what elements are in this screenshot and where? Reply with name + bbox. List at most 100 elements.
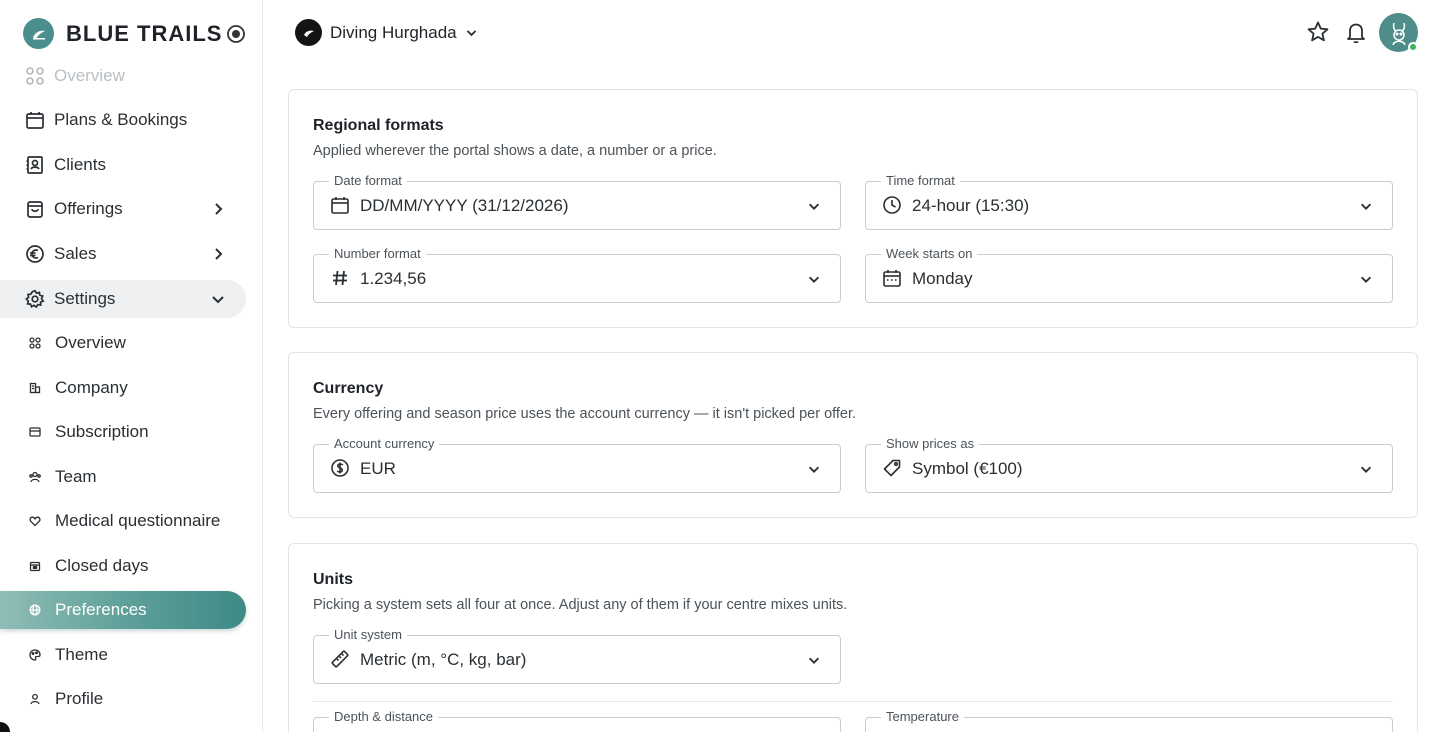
nav-item-settings[interactable]: Settings (0, 280, 246, 318)
sidebar-item-profile[interactable]: Profile (0, 680, 246, 718)
field-label: Time format (881, 173, 960, 189)
contacts-icon (24, 155, 45, 176)
globe-icon (28, 603, 42, 617)
sidebar: BLUE TRAILS Overview Plans & Bookings Cl… (0, 0, 263, 732)
card-title: Regional formats (313, 117, 444, 134)
hash-icon (330, 268, 350, 288)
sidebar-item-company[interactable]: Company (0, 369, 246, 407)
sidebar-item-medical-questionnaire[interactable]: Medical questionnaire (0, 502, 246, 540)
chevron-down-icon (806, 652, 822, 668)
star-icon (1307, 21, 1329, 42)
field-label: Show prices as (881, 436, 980, 452)
sub-item-label: Profile (55, 689, 104, 708)
grid-icon (24, 66, 45, 87)
field-label: Date format (329, 173, 407, 189)
chevron-right-icon (209, 200, 227, 218)
field-value: Metric (m, °C, kg, bar) (360, 650, 527, 669)
nav-item-overview[interactable]: Overview (0, 57, 246, 95)
field-label: Depth & distance (329, 709, 439, 725)
sub-item-label: Medical questionnaire (55, 511, 221, 530)
card-description: Applied wherever the portal shows a date… (313, 143, 717, 159)
sidebar-item-subscription[interactable]: Subscription (0, 413, 246, 451)
favorites-button[interactable] (1306, 20, 1330, 44)
nav-item-label: Plans & Bookings (54, 110, 188, 129)
workspace-name: Diving Hurghada (330, 22, 457, 42)
calendar-icon (24, 110, 45, 131)
week-start-select[interactable]: Week starts on Monday (865, 246, 1393, 303)
number-format-select[interactable]: Number format 1.234,56 (313, 246, 841, 303)
ruler-icon (330, 649, 350, 669)
chevron-down-icon (1358, 271, 1374, 287)
temperature-select[interactable]: Temperature (865, 709, 1393, 732)
units-card: Units Picking a system sets all four at … (288, 543, 1418, 732)
euro-icon (24, 244, 45, 265)
nav-item-clients[interactable]: Clients (0, 146, 246, 184)
sidebar-collapse-button[interactable] (226, 24, 246, 44)
account-currency-select[interactable]: Account currency EUR (313, 436, 841, 493)
heart-icon (28, 514, 42, 528)
radio-dot-icon (227, 25, 245, 43)
chevron-down-icon (806, 271, 822, 287)
sub-item-label: Company (55, 378, 128, 397)
building-icon (28, 381, 42, 395)
chevron-down-icon (209, 290, 227, 308)
field-value: Symbol (€100) (912, 459, 1023, 478)
avatar-illustration-icon (1391, 22, 1406, 45)
chevron-down-icon (1358, 461, 1374, 477)
section-divider (313, 701, 1393, 702)
sidebar-item-preferences[interactable]: Preferences (0, 591, 246, 629)
bag-icon (24, 199, 45, 220)
time-format-select[interactable]: Time format 24-hour (15:30) (865, 173, 1393, 230)
field-value: EUR (360, 459, 396, 478)
field-value: 24-hour (15:30) (912, 196, 1030, 215)
chevron-down-icon (465, 26, 478, 39)
workspace-logo-icon (295, 19, 322, 46)
nav-item-label: Overview (54, 66, 125, 85)
sub-item-label: Overview (55, 333, 126, 352)
nav-item-offerings[interactable]: Offerings (0, 190, 246, 228)
sidebar-item-team[interactable]: Team (0, 458, 246, 496)
date-format-select[interactable]: Date format DD/MM/YYYY (31/12/2026) (313, 173, 841, 230)
grid-icon (28, 336, 42, 350)
nav-item-plans-bookings[interactable]: Plans & Bookings (0, 101, 246, 139)
card-description: Every offering and season price uses the… (313, 406, 857, 422)
regional-formats-card: Regional formats Applied wherever the po… (288, 89, 1418, 328)
field-label: Week starts on (881, 246, 978, 262)
person-icon (28, 692, 42, 706)
card-description: Picking a system sets all four at once. … (313, 597, 848, 613)
field-label: Account currency (329, 436, 440, 452)
palette-icon (28, 648, 42, 662)
sidebar-item-settings-overview[interactable]: Overview (0, 324, 246, 362)
depth-distance-select[interactable]: Depth & distance (313, 709, 841, 732)
brand[interactable]: BLUE TRAILS (23, 18, 222, 49)
field-label: Number format (329, 246, 426, 262)
nav-item-label: Offerings (54, 199, 123, 218)
notifications-button[interactable] (1344, 20, 1368, 44)
field-label: Temperature (881, 709, 964, 725)
field-value: 1.234,56 (360, 269, 427, 288)
sub-item-label: Closed days (55, 556, 149, 575)
chevron-down-icon (806, 198, 822, 214)
field-value: DD/MM/YYYY (31/12/2026) (360, 196, 569, 215)
chevron-down-icon (806, 461, 822, 477)
field-value: Monday (912, 269, 973, 288)
clock-icon (882, 195, 902, 215)
gear-icon (24, 289, 45, 310)
online-status-badge (1408, 42, 1418, 52)
sub-item-label: Preferences (55, 600, 147, 619)
sub-item-label: Team (55, 467, 97, 486)
nav-item-sales[interactable]: Sales (0, 235, 246, 273)
card-icon (28, 425, 42, 439)
sidebar-item-closed-days[interactable]: Closed days (0, 547, 246, 585)
currency-card: Currency Every offering and season price… (288, 352, 1418, 518)
calendar-icon (330, 195, 350, 215)
brand-name: BLUE TRAILS (66, 20, 223, 46)
field-label: Unit system (329, 627, 407, 643)
sidebar-item-theme[interactable]: Theme (0, 636, 246, 674)
top-bar: Diving Hurghada (263, 0, 1440, 64)
show-prices-select[interactable]: Show prices as Symbol (€100) (865, 436, 1393, 493)
workspace-switcher[interactable]: Diving Hurghada (295, 19, 478, 46)
unit-system-select[interactable]: Unit system Metric (m, °C, kg, bar) (313, 627, 841, 684)
brand-logo-icon (23, 18, 54, 49)
window-corner (0, 722, 10, 732)
